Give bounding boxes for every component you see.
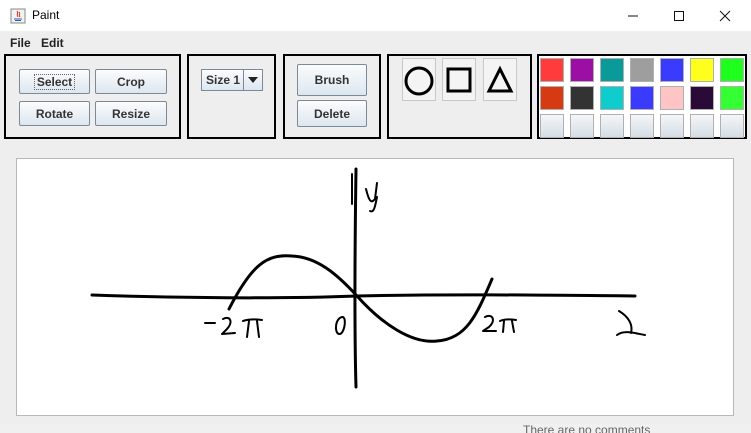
select-button[interactable]: Select xyxy=(19,69,90,94)
color-swatch[interactable] xyxy=(540,114,564,138)
color-swatch[interactable] xyxy=(630,114,654,138)
color-swatch[interactable] xyxy=(720,86,744,110)
title-bar: Paint xyxy=(0,0,751,31)
square-icon xyxy=(446,67,472,93)
x-axis-stroke xyxy=(90,293,637,300)
actions-panel: Brush Delete xyxy=(283,54,381,139)
zero-label-stroke xyxy=(334,316,346,335)
close-icon xyxy=(719,10,731,21)
color-swatch[interactable] xyxy=(540,58,564,82)
color-swatch[interactable] xyxy=(570,86,594,110)
rotate-button[interactable]: Rotate xyxy=(19,101,90,126)
triangle-shape-button[interactable] xyxy=(483,58,517,101)
minimize-button[interactable] xyxy=(610,0,656,31)
color-swatch[interactable] xyxy=(570,114,594,138)
window-title: Paint xyxy=(32,8,60,22)
crop-button[interactable]: Crop xyxy=(95,69,167,94)
y-label-stroke xyxy=(365,182,378,213)
resize-button[interactable]: Resize xyxy=(95,101,167,126)
x-label-stroke xyxy=(616,310,646,336)
menu-edit[interactable]: Edit xyxy=(41,36,64,50)
color-swatch[interactable] xyxy=(660,86,684,110)
y-axis-stroke xyxy=(353,167,358,389)
chevron-down-icon[interactable] xyxy=(243,70,262,90)
footer-comment-text: There are no comments xyxy=(523,423,651,433)
triangle-icon xyxy=(486,65,514,93)
size-selected-value: Size 1 xyxy=(206,73,241,87)
close-button[interactable] xyxy=(702,0,748,31)
color-swatch[interactable] xyxy=(600,58,624,82)
menu-bar: File Edit xyxy=(0,31,751,53)
java-app-icon xyxy=(10,8,26,24)
color-swatch[interactable] xyxy=(540,86,564,110)
tools-panel: Select Crop Rotate Resize xyxy=(4,54,181,139)
color-swatch[interactable] xyxy=(690,86,714,110)
color-swatch[interactable] xyxy=(690,114,714,138)
color-palette-panel xyxy=(537,54,747,139)
brush-button[interactable]: Brush xyxy=(297,64,367,96)
color-swatch[interactable] xyxy=(660,58,684,82)
pos-2pi-label-stroke xyxy=(482,315,517,333)
color-swatch[interactable] xyxy=(600,86,624,110)
circle-shape-button[interactable] xyxy=(402,58,436,101)
color-swatch[interactable] xyxy=(570,58,594,82)
color-swatch[interactable] xyxy=(600,114,624,138)
color-swatch[interactable] xyxy=(630,58,654,82)
color-swatch[interactable] xyxy=(630,86,654,110)
color-swatch[interactable] xyxy=(720,114,744,138)
maximize-icon xyxy=(674,10,684,21)
menu-file[interactable]: File xyxy=(10,36,31,50)
paint-window: Paint File Edit Select Crop Rotate Resiz… xyxy=(0,0,751,433)
minimize-icon xyxy=(628,15,638,16)
sketch-drawing xyxy=(90,167,646,389)
shapes-panel xyxy=(387,54,532,139)
maximize-button[interactable] xyxy=(656,0,702,31)
drawing-canvas[interactable] xyxy=(16,158,734,416)
neg-2pi-label-stroke xyxy=(204,317,263,338)
size-dropdown[interactable]: Size 1 xyxy=(201,69,263,91)
color-swatch[interactable] xyxy=(690,58,714,82)
delete-button[interactable]: Delete xyxy=(297,100,367,127)
size-panel: Size 1 xyxy=(187,54,276,139)
color-swatch[interactable] xyxy=(720,58,744,82)
select-label: Select xyxy=(33,73,76,90)
circle-icon xyxy=(404,66,434,96)
color-swatch[interactable] xyxy=(660,114,684,138)
square-shape-button[interactable] xyxy=(442,58,476,101)
